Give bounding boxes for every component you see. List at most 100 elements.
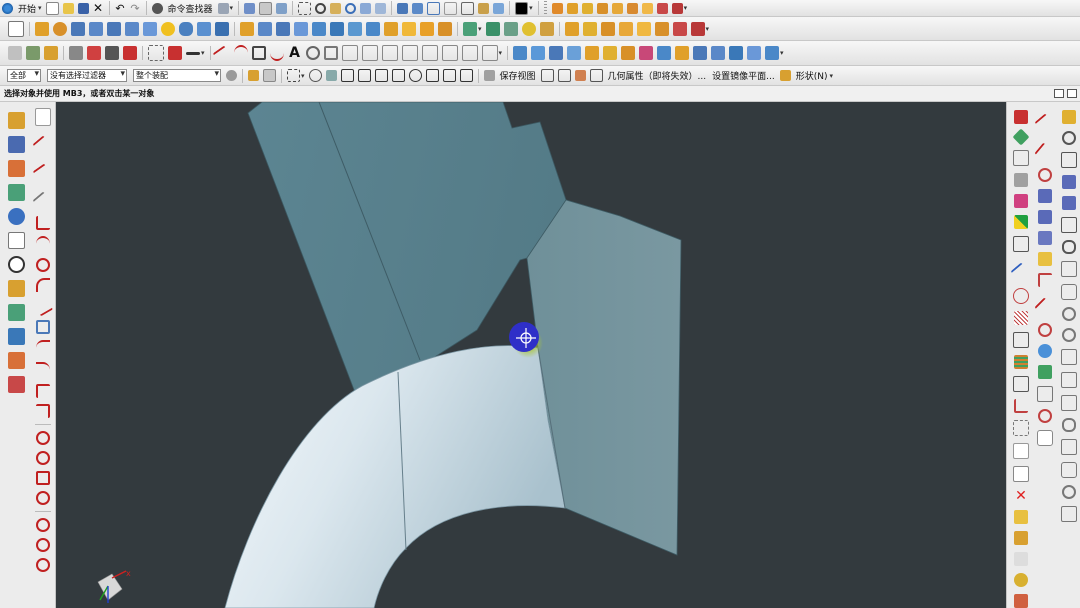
- graphics-viewport[interactable]: x: [56, 102, 1006, 608]
- pocket-icon[interactable]: [107, 21, 121, 36]
- datum-plane-icon[interactable]: [463, 21, 477, 36]
- trim-body-icon[interactable]: [312, 21, 326, 36]
- warning-icon[interactable]: [1014, 531, 1028, 545]
- close-icon[interactable]: ✕: [93, 2, 104, 14]
- join-curve-icon[interactable]: [361, 45, 378, 61]
- rectangle-icon[interactable]: [251, 46, 266, 60]
- trim-tool-icon[interactable]: [36, 404, 50, 418]
- invert-shown-icon[interactable]: [656, 2, 668, 14]
- hide-icon[interactable]: [671, 2, 683, 14]
- curve-length-icon[interactable]: [461, 45, 478, 61]
- bar-icon[interactable]: [1061, 372, 1077, 388]
- ring-icon[interactable]: [1062, 307, 1076, 321]
- cone-icon[interactable]: [197, 21, 211, 36]
- pattern-icon[interactable]: [420, 21, 434, 36]
- lasso-select-icon[interactable]: [308, 69, 322, 82]
- system-materials-icon[interactable]: [7, 280, 25, 297]
- spiral-icon[interactable]: [1038, 409, 1052, 423]
- spline-icon[interactable]: [269, 45, 284, 61]
- clip-section-icon[interactable]: [557, 69, 571, 82]
- grid-select-icon[interactable]: [1038, 231, 1052, 245]
- swept-icon[interactable]: [549, 46, 564, 60]
- select-face-icon[interactable]: [87, 46, 101, 60]
- gear-icon[interactable]: [1014, 573, 1028, 587]
- set-mirror-plane-button[interactable]: 设置镜像平面...: [712, 69, 775, 82]
- save-icon[interactable]: [77, 2, 89, 14]
- move-object-icon[interactable]: [276, 2, 288, 14]
- customize-icon[interactable]: [217, 2, 229, 14]
- type-filter-select[interactable]: 全部: [7, 69, 41, 82]
- color-swatch-icon[interactable]: [515, 1, 529, 15]
- sketch-icon[interactable]: [8, 20, 24, 37]
- measure-icon[interactable]: [186, 51, 200, 55]
- arc-tool-icon[interactable]: [36, 236, 50, 252]
- mirror-icon[interactable]: [438, 21, 452, 36]
- cube-view-2-icon[interactable]: [582, 21, 597, 36]
- rotate-icon[interactable]: [345, 2, 357, 14]
- unite-icon[interactable]: [366, 21, 380, 36]
- n-sided-icon[interactable]: [585, 46, 600, 60]
- i-form-icon[interactable]: [765, 46, 780, 60]
- x-form-icon[interactable]: [747, 46, 762, 60]
- diamond-icon[interactable]: [1061, 152, 1077, 168]
- point-angle-icon[interactable]: [36, 538, 50, 552]
- pen-tool-icon[interactable]: [1034, 142, 1056, 164]
- surface-curved-bottom[interactable]: [224, 345, 566, 608]
- select-body-icon[interactable]: [123, 46, 137, 60]
- mesh-surface-icon[interactable]: [531, 46, 546, 60]
- circle-arrow-icon[interactable]: [1038, 168, 1052, 182]
- cylinder-tool-icon[interactable]: [1061, 462, 1077, 478]
- delete-face-icon[interactable]: [1014, 173, 1028, 187]
- ruled-icon[interactable]: [567, 46, 582, 60]
- bottle-icon[interactable]: [1061, 284, 1077, 300]
- parallel-line-icon[interactable]: [32, 191, 54, 213]
- extrude-icon[interactable]: [35, 21, 49, 36]
- constraint-navigator-icon[interactable]: [7, 136, 25, 153]
- intersect-icon[interactable]: [402, 21, 416, 36]
- project-curve-icon[interactable]: [323, 46, 338, 60]
- shaded-icon[interactable]: [412, 2, 424, 14]
- trim-sheet-icon[interactable]: [693, 46, 708, 60]
- wireframe-icon[interactable]: [427, 1, 441, 15]
- bridge-curve-icon[interactable]: [381, 45, 398, 61]
- surface-through-curves-icon[interactable]: [513, 46, 528, 60]
- show-all-icon[interactable]: [641, 2, 653, 14]
- command-finder-button[interactable]: 命令查找器: [168, 2, 213, 15]
- layer-category-icon[interactable]: [611, 2, 623, 14]
- expression-icon[interactable]: [539, 21, 554, 36]
- replace-face-icon[interactable]: [1013, 150, 1029, 166]
- process-studio-icon[interactable]: [7, 304, 25, 321]
- frame-icon[interactable]: [1061, 439, 1077, 455]
- corner-icon[interactable]: [1038, 273, 1052, 287]
- open-file-icon[interactable]: [62, 2, 74, 14]
- cube-view-4-icon[interactable]: [618, 21, 633, 36]
- link-icon[interactable]: [1038, 365, 1052, 379]
- arc-icon[interactable]: [233, 45, 248, 61]
- redo-icon[interactable]: ↷: [130, 3, 141, 14]
- delete-icon[interactable]: ✕: [1014, 489, 1028, 503]
- clip-icon[interactable]: [1013, 466, 1029, 482]
- hole-icon[interactable]: [71, 21, 85, 36]
- bolt-icon[interactable]: [1013, 443, 1029, 459]
- perspective-icon[interactable]: [360, 2, 372, 14]
- copy-to-layer-icon[interactable]: [581, 2, 593, 14]
- sheet-color-icon[interactable]: [1012, 128, 1030, 146]
- profile-icon[interactable]: [32, 135, 54, 157]
- hidden-wire-icon[interactable]: [444, 1, 458, 15]
- sphere-icon[interactable]: [161, 21, 175, 36]
- save-view-button[interactable]: 保存视图: [500, 69, 536, 82]
- column-icon[interactable]: [1061, 395, 1077, 411]
- static-wire-icon[interactable]: [461, 1, 475, 15]
- text-icon[interactable]: A: [288, 46, 302, 60]
- history-icon[interactable]: [7, 232, 25, 249]
- spring-icon[interactable]: [1062, 110, 1076, 124]
- cylinder-icon[interactable]: [179, 21, 193, 36]
- disk-icon[interactable]: [1062, 131, 1076, 145]
- target-icon[interactable]: [1062, 485, 1076, 499]
- number-7-icon[interactable]: [1062, 175, 1076, 189]
- view-layout-icon[interactable]: [540, 69, 554, 82]
- cube-view-1-icon[interactable]: [564, 21, 579, 36]
- cube-view-3-icon[interactable]: [600, 21, 615, 36]
- rectangle-tool-icon[interactable]: [36, 320, 50, 334]
- select-all-icon[interactable]: [263, 69, 276, 82]
